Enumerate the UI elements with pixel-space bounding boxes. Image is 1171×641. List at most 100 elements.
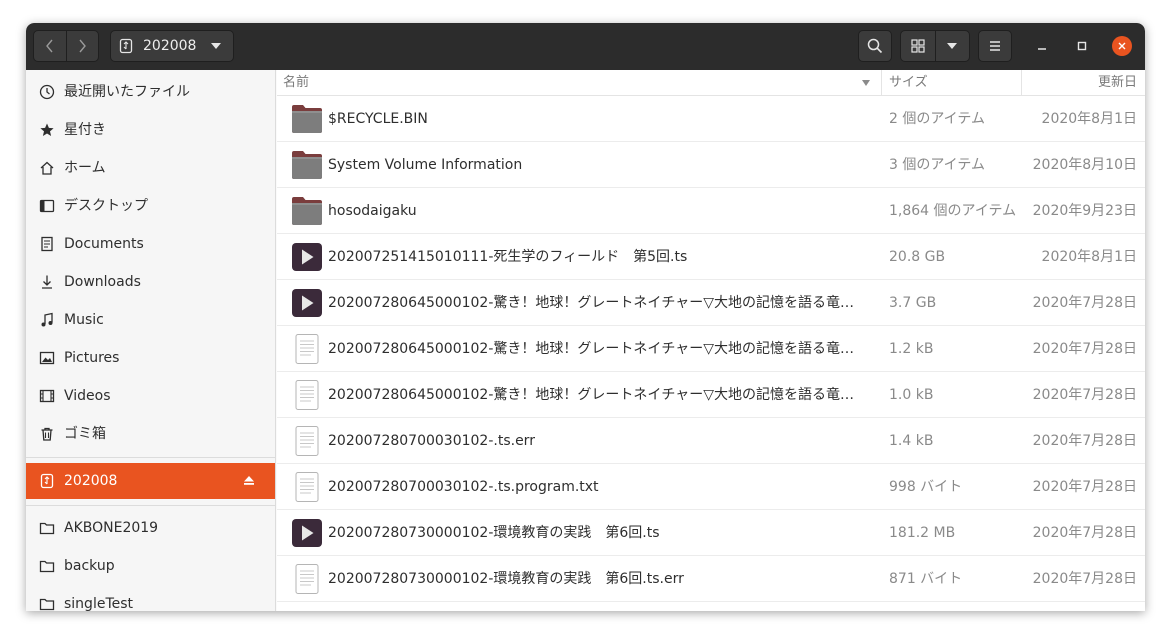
sort-descending-icon bbox=[862, 80, 870, 86]
sidebar-item-music[interactable]: Music bbox=[26, 302, 275, 338]
sidebar-item-label: 星付き bbox=[64, 122, 106, 138]
sidebar-item-label: backup bbox=[64, 558, 115, 574]
file-row[interactable]: $RECYCLE.BIN 2 個のアイテム 2020年8月1日 bbox=[277, 96, 1145, 142]
sidebar-item-bookmark-singletest[interactable]: singleTest bbox=[26, 586, 275, 611]
forward-button[interactable] bbox=[65, 31, 99, 61]
chevron-left-icon bbox=[45, 39, 53, 53]
sidebar-item-trash[interactable]: ゴミ箱 bbox=[26, 416, 275, 452]
sidebar-item-label: 202008 bbox=[64, 473, 118, 489]
video-file-icon bbox=[291, 242, 323, 272]
menu-button[interactable] bbox=[978, 30, 1012, 62]
file-size: 1.0 kB bbox=[889, 387, 934, 403]
file-name: 202007280700030102-.ts.program.txt bbox=[328, 479, 599, 495]
folder-icon bbox=[291, 150, 323, 180]
sidebar-item-label: ホーム bbox=[64, 160, 106, 176]
file-name: 202007280645000102-驚き！地球！グレートネイチャー▽大地の記憶… bbox=[328, 387, 855, 403]
usb-drive-icon bbox=[38, 472, 56, 490]
file-name: 202007280730000102-環境教育の実践 第6回.ts bbox=[328, 525, 660, 541]
file-size: 3 個のアイテム bbox=[889, 157, 985, 173]
file-modified-date: 2020年7月28日 bbox=[1032, 387, 1137, 403]
sidebar-item-downloads[interactable]: Downloads bbox=[26, 264, 275, 300]
file-row[interactable]: 202007280700030102-.ts.program.txt 998 バイ… bbox=[277, 464, 1145, 510]
file-row[interactable]: 202007251415010111-死生学のフィールド 第5回.ts 20.8 … bbox=[277, 234, 1145, 280]
file-size: 1.4 kB bbox=[889, 433, 934, 449]
sidebar-item-bookmark-akbone2019[interactable]: AKBONE2019 bbox=[26, 510, 275, 546]
text-file-icon bbox=[291, 334, 323, 364]
sidebar-item-starred[interactable]: 星付き bbox=[26, 112, 275, 148]
sidebar-item-bookmark-backup[interactable]: backup bbox=[26, 548, 275, 584]
folder-icon bbox=[38, 595, 56, 611]
file-modified-date: 2020年8月1日 bbox=[1041, 111, 1137, 127]
file-row[interactable]: System Volume Information 3 個のアイテム 2020年8月… bbox=[277, 142, 1145, 188]
view-options-dropdown[interactable] bbox=[936, 31, 970, 61]
file-modified-date: 2020年8月10日 bbox=[1032, 157, 1137, 173]
sidebar-item-documents[interactable]: Documents bbox=[26, 226, 275, 262]
search-button[interactable] bbox=[858, 30, 892, 62]
file-name: 202007251415010111-死生学のフィールド 第5回.ts bbox=[328, 249, 688, 265]
sidebar-item-home[interactable]: ホーム bbox=[26, 150, 275, 186]
grid-view-icon bbox=[911, 39, 925, 53]
file-row[interactable]: 202007280730000102-環境教育の実践 第6回.ts 181.2 M… bbox=[277, 510, 1145, 556]
file-size: 871 バイト bbox=[889, 571, 963, 587]
sidebar-item-videos[interactable]: Videos bbox=[26, 378, 275, 414]
trash-icon bbox=[38, 425, 56, 443]
file-name: 202007280645000102-驚き！地球！グレートネイチャー▽大地の記憶… bbox=[328, 341, 855, 357]
maximize-button[interactable] bbox=[1066, 30, 1098, 62]
column-header-size[interactable]: サイズ bbox=[889, 75, 928, 91]
sidebar-item-label: Downloads bbox=[64, 274, 141, 290]
file-name: 202007280700030102-.ts.err bbox=[328, 433, 535, 449]
column-header-modified[interactable]: 更新日 bbox=[1098, 75, 1137, 91]
close-button[interactable] bbox=[1106, 30, 1138, 62]
file-name: System Volume Information bbox=[328, 157, 523, 173]
column-header-name[interactable]: 名前 bbox=[283, 75, 309, 91]
sidebar-item-label: Videos bbox=[64, 388, 111, 404]
sidebar-item-label: Documents bbox=[64, 236, 144, 252]
sidebar-item-label: singleTest bbox=[64, 596, 134, 611]
eject-icon[interactable] bbox=[243, 474, 257, 488]
location-label: 202008 bbox=[143, 38, 197, 54]
music-icon bbox=[38, 311, 56, 329]
back-button[interactable] bbox=[34, 31, 66, 61]
sidebar-item-pictures[interactable]: Pictures bbox=[26, 340, 275, 376]
sidebar-item-device-202008[interactable]: 202008 bbox=[26, 463, 275, 499]
file-row[interactable]: 202007280730000102-環境教育の実践 第6回.ts.err 871… bbox=[277, 556, 1145, 602]
document-icon bbox=[38, 235, 56, 253]
video-file-icon bbox=[291, 518, 323, 548]
view-mode-group bbox=[900, 30, 970, 62]
sidebar-separator bbox=[26, 457, 275, 458]
sidebar-item-label: AKBONE2019 bbox=[64, 520, 159, 536]
file-modified-date: 2020年7月28日 bbox=[1032, 341, 1137, 357]
location-path-button[interactable]: 202008 bbox=[110, 30, 234, 62]
folder-icon bbox=[291, 196, 323, 226]
video-icon bbox=[38, 387, 56, 405]
text-file-icon bbox=[291, 426, 323, 456]
sidebar-item-recent[interactable]: 最近開いたファイル bbox=[26, 74, 275, 110]
minimize-button[interactable] bbox=[1026, 30, 1058, 62]
sidebar-separator bbox=[26, 505, 275, 506]
column-header-row: 名前 サイズ 更新日 bbox=[277, 70, 1145, 96]
file-modified-date: 2020年8月1日 bbox=[1041, 249, 1137, 265]
file-row[interactable]: hosodaigaku 1,864 個のアイテム 2020年9月23日 bbox=[277, 188, 1145, 234]
sidebar-item-label: 最近開いたファイル bbox=[64, 84, 190, 100]
sidebar-item-desktop[interactable]: デスクトップ bbox=[26, 188, 275, 224]
grid-view-button[interactable] bbox=[901, 31, 936, 61]
video-file-icon bbox=[291, 288, 323, 318]
maximize-icon bbox=[1077, 41, 1087, 51]
file-size: 998 バイト bbox=[889, 479, 963, 495]
file-size: 20.8 GB bbox=[889, 249, 946, 265]
file-row[interactable]: 202007280645000102-驚き！地球！グレートネイチャー▽大地の記憶… bbox=[277, 372, 1145, 418]
file-size: 3.7 GB bbox=[889, 295, 937, 311]
file-modified-date: 2020年7月28日 bbox=[1032, 295, 1137, 311]
close-circle bbox=[1112, 36, 1132, 56]
file-row[interactable]: 202007280700030102-.ts.err 1.4 kB 2020年7月2… bbox=[277, 418, 1145, 464]
file-size: 2 個のアイテム bbox=[889, 111, 985, 127]
folder-icon bbox=[38, 557, 56, 575]
minimize-icon bbox=[1038, 48, 1046, 50]
sidebar-item-label: ゴミ箱 bbox=[64, 426, 106, 442]
column-divider bbox=[1021, 70, 1022, 95]
file-row[interactable]: 202007280645000102-驚き！地球！グレートネイチャー▽大地の記憶… bbox=[277, 326, 1145, 372]
folder-icon bbox=[291, 104, 323, 134]
file-list-view: 名前 サイズ 更新日 $RECYCLE.BIN 2 個のアイテム 2020年8月1日… bbox=[277, 70, 1145, 611]
file-row[interactable]: 202007280645000102-驚き！地球！グレートネイチャー▽大地の記憶… bbox=[277, 280, 1145, 326]
download-icon bbox=[38, 273, 56, 291]
